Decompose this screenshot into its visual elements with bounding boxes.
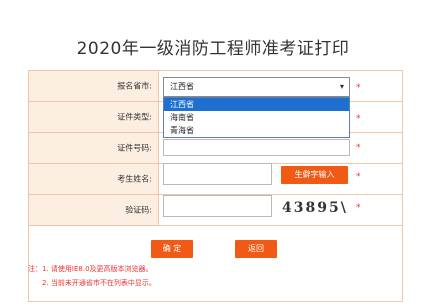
- province-label-cell: 报名省市:: [29, 71, 159, 101]
- note-line: 注：1. 请使用IE8.0及更高版本浏览器。: [28, 265, 153, 273]
- required-mark: *: [356, 83, 361, 93]
- back-button[interactable]: 返回: [235, 240, 277, 258]
- required-mark: *: [356, 172, 361, 182]
- required-mark: *: [356, 114, 361, 124]
- id-type-label-cell: 证件类型:: [29, 102, 159, 132]
- province-select[interactable]: 江西省 ▾: [163, 77, 350, 97]
- captcha-label: 验证码:: [125, 205, 152, 215]
- name-label-cell: 考生姓名:: [29, 164, 159, 194]
- province-option[interactable]: 青海省: [164, 124, 349, 137]
- captcha-image[interactable]: 43895\: [280, 198, 352, 218]
- captcha-label-cell: 验证码:: [29, 195, 159, 225]
- page-title: 2020年一级消防工程师准考证打印: [76, 39, 350, 59]
- note-line: 2. 当前未开通省市不在列表中显示。: [42, 279, 156, 287]
- confirm-button[interactable]: 确 定: [151, 240, 193, 258]
- id-type-label: 证件类型:: [117, 112, 152, 122]
- required-mark: *: [356, 203, 361, 213]
- province-option[interactable]: 江西省: [164, 98, 349, 111]
- id-number-input[interactable]: [163, 139, 350, 156]
- chevron-down-icon: ▾: [339, 82, 344, 91]
- name-label: 考生姓名:: [117, 174, 152, 184]
- province-label: 报名省市:: [117, 81, 152, 91]
- province-dropdown: 江西省 海南省 青海省: [163, 97, 350, 138]
- id-number-label: 证件号码:: [117, 143, 152, 153]
- province-option[interactable]: 海南省: [164, 111, 349, 124]
- required-mark: *: [356, 143, 361, 153]
- rare-char-button[interactable]: 生僻字输入: [281, 166, 348, 184]
- captcha-input[interactable]: [163, 195, 272, 217]
- id-number-label-cell: 证件号码:: [29, 133, 159, 163]
- name-input[interactable]: [163, 163, 272, 185]
- notes: 注：1. 请使用IE8.0及更高版本浏览器。 2. 当前未开通省市不在列表中显示…: [28, 262, 156, 290]
- province-select-value: 江西省: [170, 82, 194, 91]
